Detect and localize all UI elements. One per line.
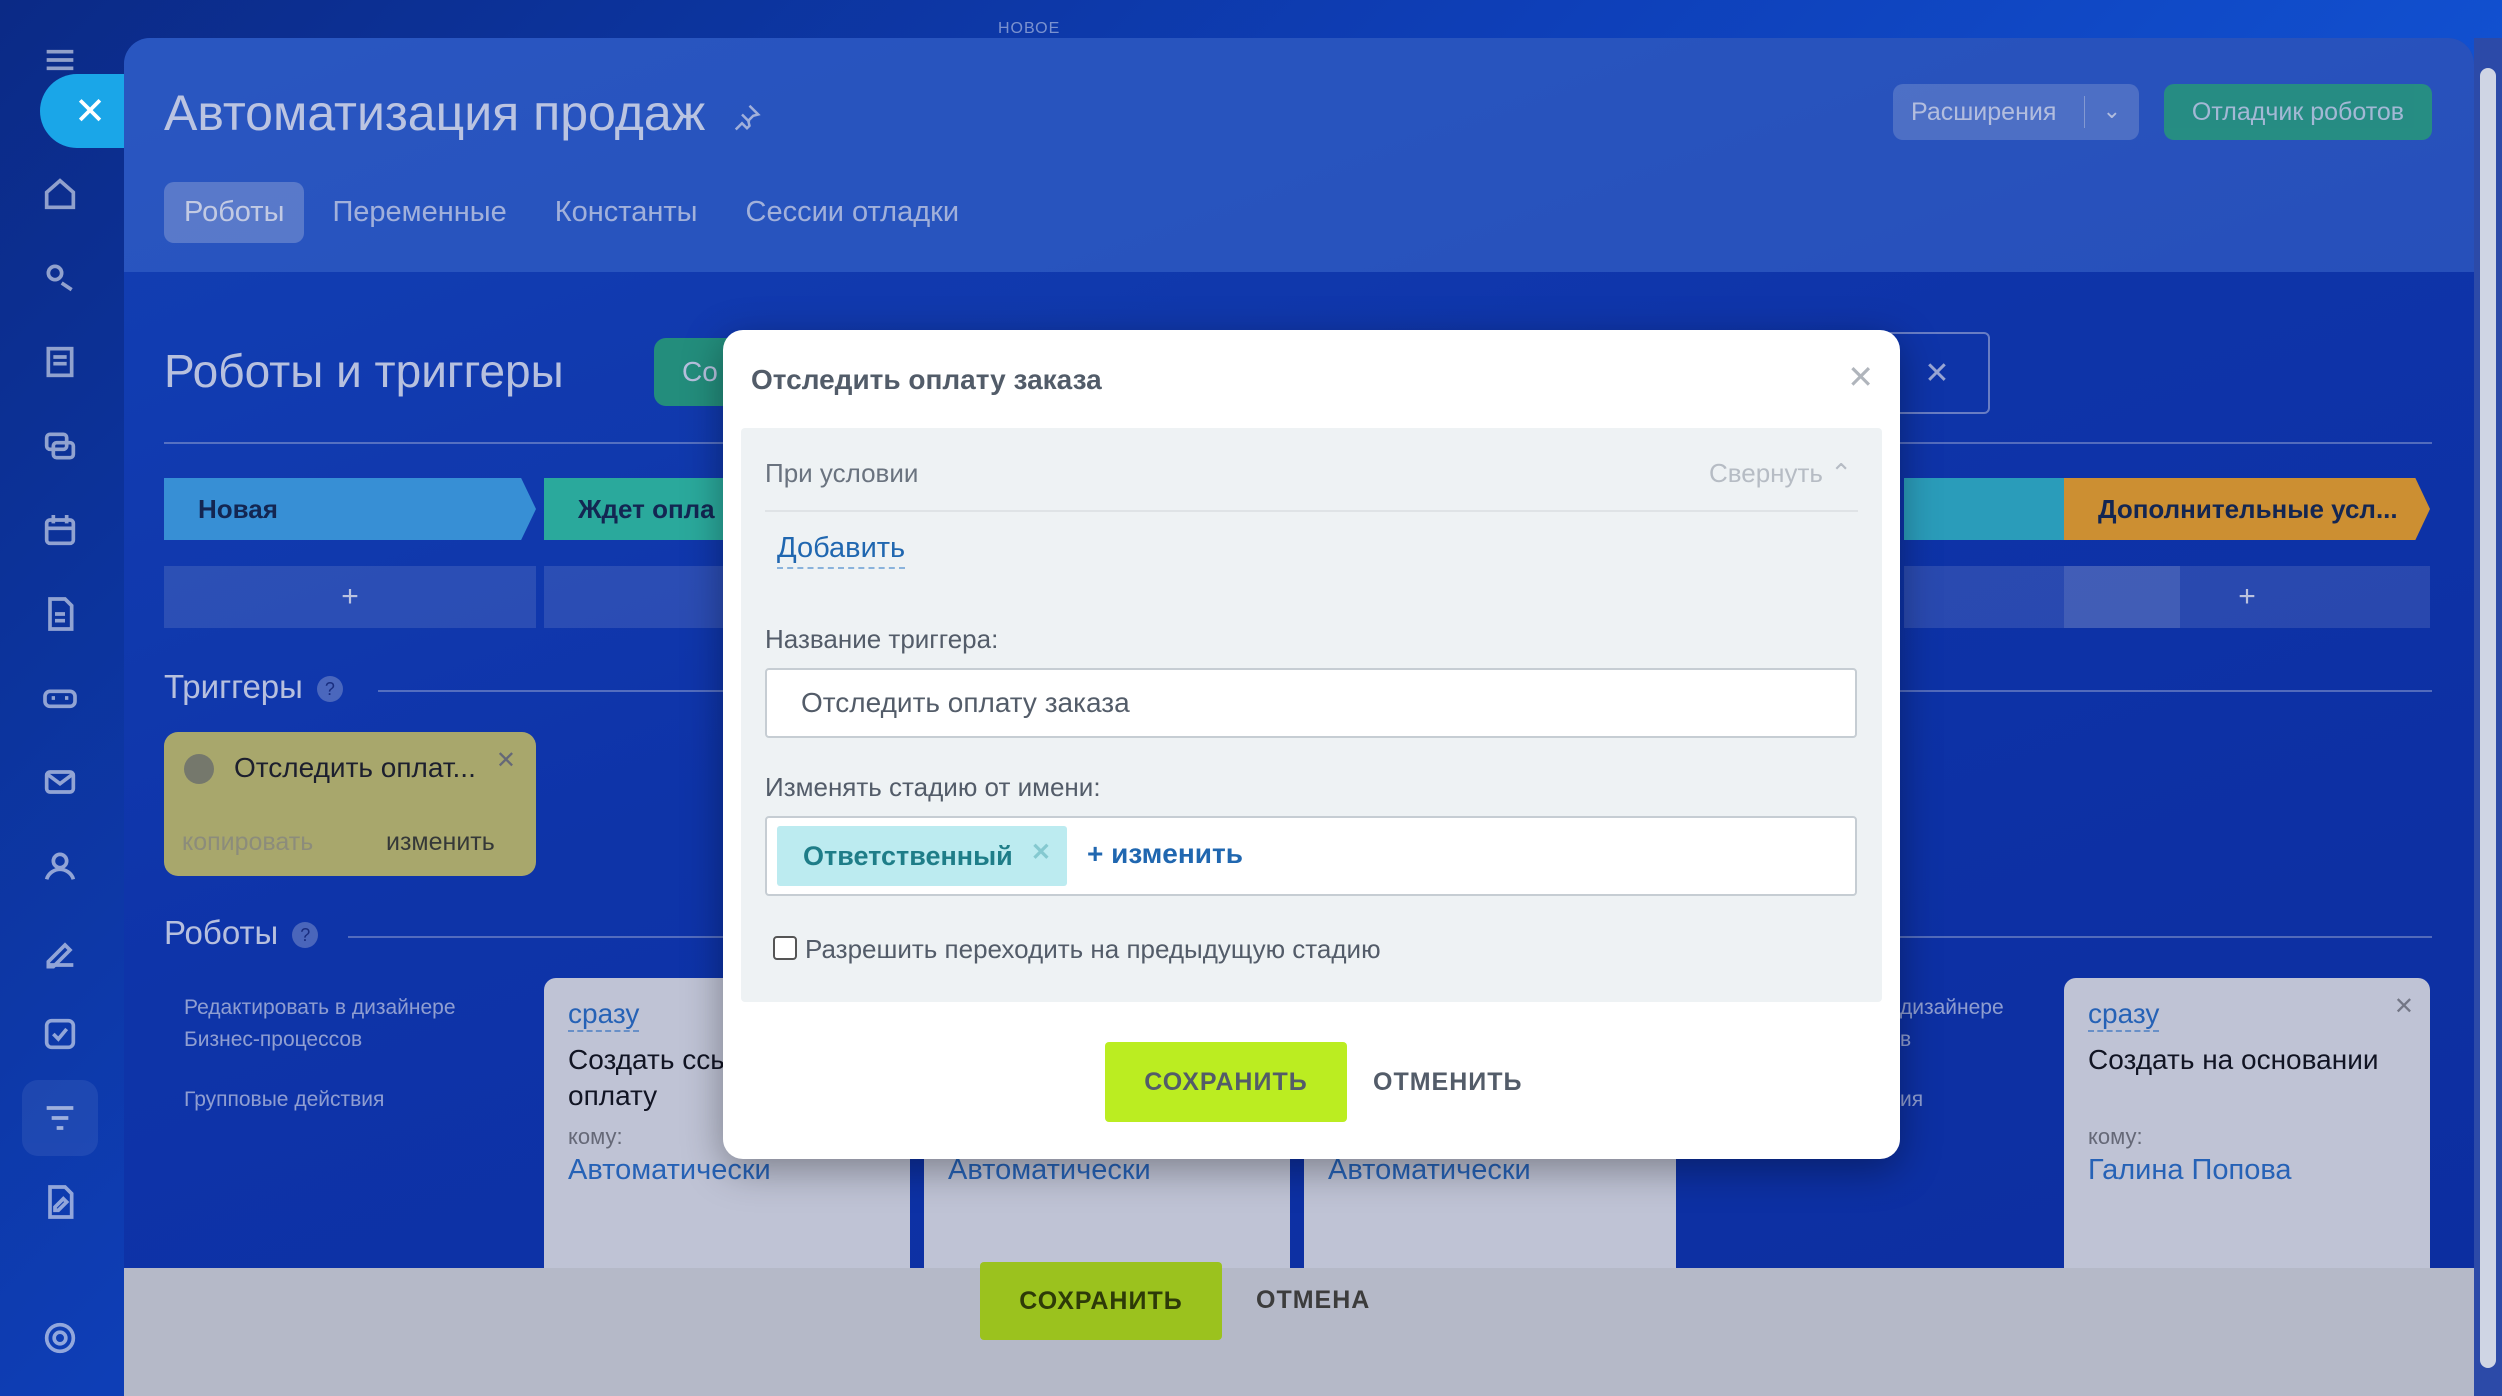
add-condition-link[interactable]: Добавить [777, 532, 906, 569]
collapse-label: Свернуть [1708, 458, 1823, 488]
calendar-icon[interactable] [32, 502, 88, 558]
sign-icon[interactable] [32, 922, 88, 978]
document-icon[interactable] [32, 586, 88, 642]
checklist-icon[interactable] [32, 1006, 88, 1062]
mail-icon[interactable] [32, 754, 88, 810]
dialog-cancel-button[interactable]: ОТМЕНИТЬ [1373, 1068, 1522, 1097]
tasks-list-icon[interactable] [32, 334, 88, 390]
trigger-dialog: Отследить оплату заказа ✕ При условии Св… [723, 330, 1900, 1159]
close-icon[interactable]: ✕ [1847, 358, 1874, 396]
trigger-name-label: Название триггера: [765, 624, 999, 654]
trigger-name-input[interactable]: Отследить оплату заказа [765, 668, 1857, 738]
footer-save-button[interactable]: СОХРАНИТЬ [980, 1262, 1222, 1340]
condition-label: При условии [765, 458, 919, 488]
close-icon: ✕ [74, 90, 106, 133]
chevron-up-icon: ⌃ [1830, 458, 1852, 488]
contacts-icon[interactable] [32, 838, 88, 894]
edit-document-icon[interactable] [32, 1174, 88, 1230]
new-note: НОВОЕ [998, 20, 1061, 37]
remove-icon[interactable]: ✕ [1031, 838, 1051, 867]
crm-icon[interactable] [32, 250, 88, 306]
chat-icon[interactable] [32, 418, 88, 474]
divider [765, 510, 1858, 512]
scrollbar-thumb[interactable] [2480, 68, 2496, 1368]
dialog-title: Отследить оплату заказа [751, 364, 1102, 395]
change-stage-label: Изменять стадию от имени: [765, 772, 1101, 802]
scrollbar[interactable] [2474, 38, 2502, 1396]
responsible-tag-label: Ответственный [803, 840, 1013, 871]
user-selector[interactable]: Ответственный ✕ + изменить [765, 816, 1857, 896]
settings-icon[interactable] [32, 1310, 88, 1366]
left-sidebar [0, 0, 124, 1396]
change-user-link[interactable]: + изменить [1087, 838, 1243, 870]
inventory-icon[interactable] [32, 670, 88, 726]
allow-previous-stage-label[interactable]: Разрешить переходить на предыдущую стади… [805, 934, 1381, 965]
home-icon[interactable] [32, 166, 88, 222]
collapse-button[interactable]: Свернуть ⌃ [1709, 458, 1852, 489]
responsible-tag: Ответственный ✕ [777, 826, 1067, 886]
footer-cancel-button[interactable]: ОТМЕНА [1256, 1286, 1370, 1315]
allow-previous-stage-checkbox[interactable] [773, 936, 797, 960]
dialog-body: При условии Свернуть ⌃ Добавить Название… [741, 428, 1882, 1002]
funnel-icon[interactable] [22, 1080, 98, 1156]
dialog-save-button[interactable]: СОХРАНИТЬ [1105, 1042, 1347, 1122]
